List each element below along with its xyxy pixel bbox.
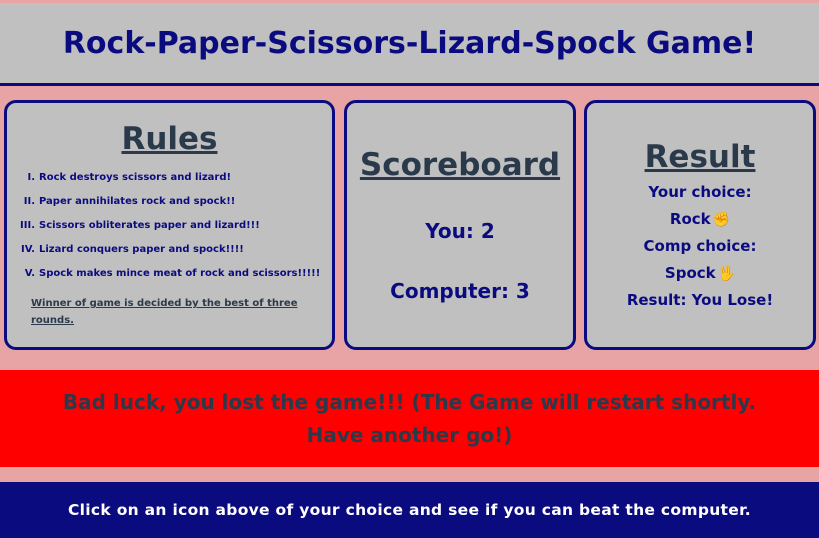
rule-number: V.	[24, 267, 35, 279]
your-choice-value: Rock	[669, 210, 711, 228]
rules-panel: Rules I. Rock destroys scissors and lizar…	[4, 100, 335, 350]
your-choice-label: Your choice:	[648, 183, 752, 201]
page-header: Rock-Paper-Scissors-Lizard-Spock Game!	[0, 3, 819, 86]
vulcan-salute-icon: 🖖	[717, 266, 736, 282]
comp-choice-label: Comp choice:	[643, 237, 757, 255]
footer-instruction: Click on an icon above of your choice an…	[68, 501, 751, 519]
rule-text: Paper annihilates rock and spock!!	[39, 195, 236, 207]
rule-item: I. Rock destroys scissors and lizard!	[13, 165, 332, 189]
scoreboard-panel: Scoreboard You: 2 Computer: 3	[344, 100, 576, 350]
rule-number: III.	[20, 219, 35, 231]
result-panel: Result Your choice: Rock ✊ Comp choice: S…	[584, 100, 816, 350]
rule-item: V. Spock makes mince meat of rock and sci…	[13, 261, 332, 285]
rules-note: Winner of game is decided by the best of…	[31, 298, 298, 326]
rule-number: II.	[23, 195, 35, 207]
game-over-banner: Bad luck, you lost the game!!! (The Game…	[0, 370, 819, 467]
rules-list: I. Rock destroys scissors and lizard! II.…	[7, 165, 332, 285]
scoreboard-title: Scoreboard	[359, 147, 561, 183]
player-score: You: 2	[425, 219, 495, 243]
comp-choice-value: Spock	[664, 264, 716, 282]
your-choice: Rock ✊	[587, 206, 813, 233]
rule-text: Lizard conquers paper and spock!!!!	[39, 243, 244, 255]
rule-text: Spock makes mince meat of rock and sciss…	[39, 267, 321, 279]
page-title: Rock-Paper-Scissors-Lizard-Spock Game!	[62, 25, 757, 61]
rule-text: Scissors obliterates paper and lizard!!!	[39, 219, 260, 231]
rule-item: III. Scissors obliterates paper and lizar…	[13, 213, 332, 237]
game-over-message: Bad luck, you lost the game!!! (The Game…	[62, 389, 757, 447]
rule-number: IV.	[21, 243, 35, 255]
rule-text: Rock destroys scissors and lizard!	[39, 171, 232, 183]
fist-icon: ✊	[712, 212, 731, 228]
page-footer: Click on an icon above of your choice an…	[0, 482, 819, 538]
rule-item: IV. Lizard conquers paper and spock!!!!	[13, 237, 332, 261]
rule-number: I.	[27, 171, 35, 183]
result-outcome: Result: You Lose!	[626, 291, 774, 309]
rules-title: Rules	[121, 121, 218, 157]
comp-choice: Spock 🖖	[587, 260, 813, 287]
result-title: Result	[644, 139, 756, 175]
rule-item: II. Paper annihilates rock and spock!!	[13, 189, 332, 213]
computer-score: Computer: 3	[390, 279, 530, 303]
